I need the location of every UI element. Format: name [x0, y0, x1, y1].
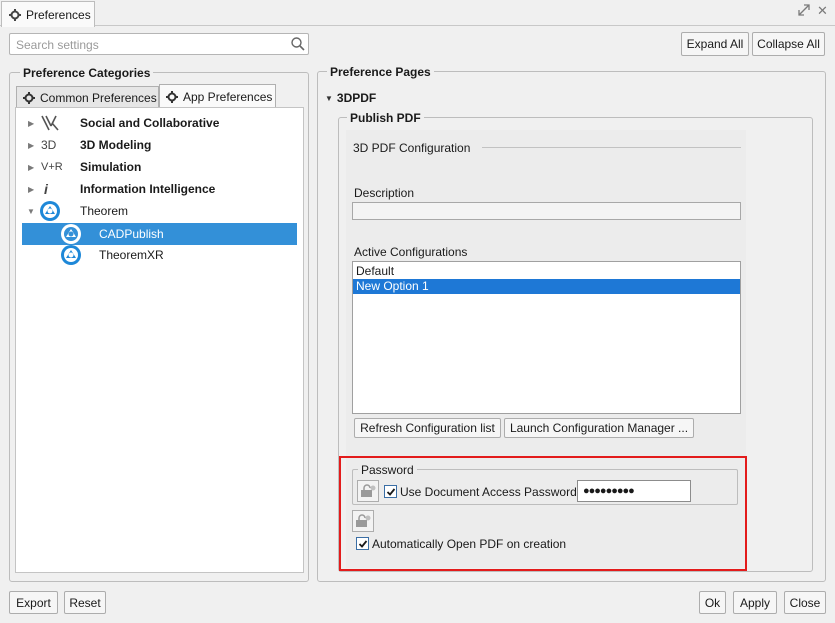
auto-open-checkbox[interactable] [356, 537, 369, 550]
list-item-default[interactable]: Default [353, 264, 740, 279]
theorem-icon [40, 201, 60, 221]
tree-item-label: Information Intelligence [80, 182, 216, 196]
expand-arrows-icon[interactable] [798, 4, 810, 19]
tree-item-label: Theorem [80, 204, 129, 218]
checkmark-icon [358, 539, 367, 548]
lock-icon [356, 514, 371, 527]
publish-pdf-title: Publish PDF [347, 111, 424, 125]
preferences-window-tab[interactable]: Preferences [1, 1, 95, 27]
section-3dpdf[interactable]: ▼ 3DPDF [325, 91, 376, 105]
config-section-title: 3D PDF Configuration [353, 141, 471, 155]
reset-button[interactable]: Reset [64, 591, 106, 614]
tree-item-label: TheoremXR [99, 248, 164, 262]
tree-item-label: 3D Modeling [80, 138, 152, 152]
auto-open-label: Automatically Open PDF on creation [372, 537, 567, 551]
apply-button[interactable]: Apply [733, 591, 777, 614]
theorem-icon [61, 224, 81, 244]
divider [482, 147, 741, 148]
tree-item-label: CADPublish [99, 227, 164, 241]
search-icon [291, 37, 305, 51]
tab-common-preferences-label: Common Preferences [40, 90, 157, 105]
tree-item-social[interactable]: ▶ Social and Collaborative [16, 112, 303, 134]
gear-icon [9, 8, 21, 21]
simulation-icon: V+R [41, 161, 63, 173]
social-collaborative-icon [41, 115, 59, 131]
chevron-right-icon[interactable]: ▶ [28, 141, 34, 150]
expand-all-button[interactable]: Expand All [681, 32, 749, 56]
checkmark-icon [386, 487, 395, 496]
password-lock-button[interactable] [357, 480, 379, 502]
tree-item-theoremxr[interactable]: TheoremXR [16, 244, 303, 266]
tab-common-preferences[interactable]: Common Preferences [16, 86, 159, 108]
collapse-all-button[interactable]: Collapse All [752, 32, 825, 56]
list-item-new-option-1[interactable]: New Option 1 [353, 279, 740, 294]
close-window-button[interactable]: ✕ [817, 3, 828, 19]
export-button[interactable]: Export [9, 591, 58, 614]
information-intelligence-icon: i [44, 181, 48, 197]
use-password-checkbox[interactable] [384, 485, 397, 498]
tree-item-theorem[interactable]: ▼ Theorem [16, 200, 303, 222]
gear-icon [166, 90, 178, 103]
tree-item-label: Simulation [80, 160, 142, 174]
auto-open-lock-button[interactable] [352, 510, 374, 532]
tree-item-cadpublish[interactable]: CADPublish [22, 223, 297, 245]
chevron-right-icon[interactable]: ▶ [28, 119, 34, 128]
window-tab-strip [0, 0, 835, 26]
chevron-right-icon[interactable]: ▶ [28, 163, 34, 172]
search-input[interactable]: Search settings [9, 33, 309, 55]
ok-button[interactable]: Ok [699, 591, 726, 614]
description-label: Description [354, 186, 415, 200]
password-field[interactable]: ●●●●●●●●● [577, 480, 691, 502]
chevron-down-icon[interactable]: ▼ [27, 207, 35, 216]
category-tree: ▶ Social and Collaborative ▶ 3D 3D Model… [15, 107, 304, 573]
section-3dpdf-label: 3DPDF [336, 91, 377, 105]
theorem-icon [61, 245, 81, 265]
tree-item-label: Social and Collaborative [80, 116, 220, 130]
search-placeholder: Search settings [16, 38, 99, 52]
tree-item-3d-modeling[interactable]: ▶ 3D 3D Modeling [16, 134, 303, 156]
preference-pages-title: Preference Pages [327, 65, 434, 79]
use-password-label: Use Document Access Password [400, 485, 577, 499]
active-configurations-label: Active Configurations [354, 245, 468, 259]
refresh-configuration-button[interactable]: Refresh Configuration list [354, 418, 501, 438]
chevron-down-icon[interactable]: ▼ [325, 94, 333, 103]
tree-item-simulation[interactable]: ▶ V+R Simulation [16, 156, 303, 178]
chevron-right-icon[interactable]: ▶ [28, 185, 34, 194]
tab-app-preferences-label: App Preferences [183, 89, 273, 104]
description-field[interactable] [352, 202, 741, 220]
window-title: Preferences [26, 7, 91, 22]
3d-modeling-icon: 3D [41, 138, 57, 152]
password-group-title: Password [358, 463, 417, 477]
launch-configuration-manager-button[interactable]: Launch Configuration Manager ... [504, 418, 694, 438]
active-configurations-list[interactable]: Default New Option 1 [352, 261, 741, 414]
tree-item-information-intelligence[interactable]: ▶ i Information Intelligence [16, 178, 303, 200]
gear-icon [23, 91, 35, 104]
lock-icon [361, 484, 376, 497]
close-button[interactable]: Close [784, 591, 826, 614]
tab-app-preferences[interactable]: App Preferences [159, 84, 276, 108]
preference-categories-title: Preference Categories [20, 66, 154, 80]
